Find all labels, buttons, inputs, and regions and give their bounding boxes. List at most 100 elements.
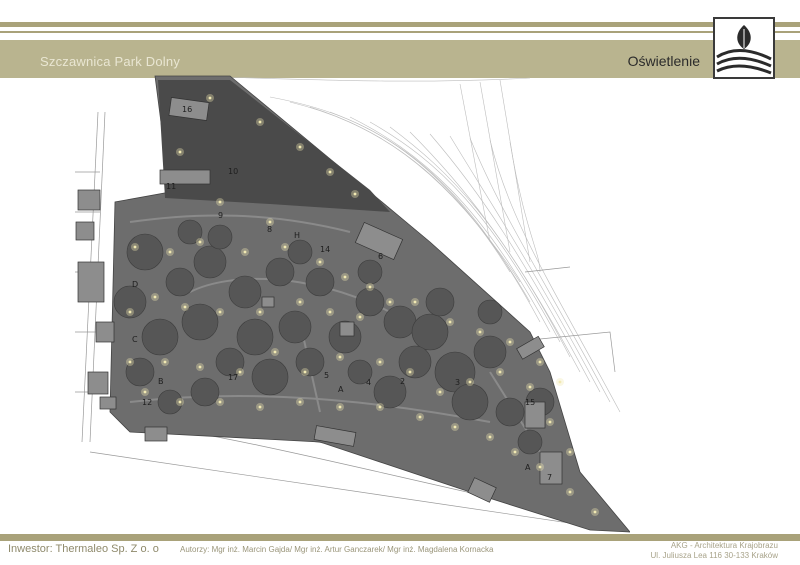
tree-canopy	[265, 257, 295, 287]
lamp-point	[338, 405, 342, 409]
area-label-16: 16	[182, 105, 192, 114]
lamp-point	[168, 250, 172, 254]
tree-canopy	[236, 318, 274, 356]
lamp-point	[133, 245, 137, 249]
lamp-point	[268, 220, 272, 224]
area-label-b: B	[158, 377, 164, 386]
lamp-point	[358, 315, 362, 319]
lamp-point	[388, 300, 392, 304]
lamp-point	[178, 150, 182, 154]
lamp-point	[513, 450, 517, 454]
lamp-point	[303, 370, 307, 374]
lamp-point	[298, 400, 302, 404]
lamp-point	[208, 96, 212, 100]
footer-band	[0, 534, 800, 541]
lamp-point	[478, 330, 482, 334]
tree-canopy	[287, 239, 313, 265]
tree-canopy	[355, 287, 385, 317]
lamp-point	[418, 415, 422, 419]
lamp-point	[538, 465, 542, 469]
area-label-17: 17	[228, 373, 238, 382]
lamp-point	[218, 400, 222, 404]
tree-canopy	[425, 287, 455, 317]
lamp-point	[198, 365, 202, 369]
area-label-7: 7	[547, 473, 552, 482]
lamp-point	[413, 300, 417, 304]
lamp-point	[198, 240, 202, 244]
lamp-point	[353, 192, 357, 196]
project-title: Szczawnica Park Dolny	[40, 54, 181, 69]
firm-info: AKG - Architektura Krajobrazu Ul. Julius…	[651, 541, 778, 561]
lamp-point	[128, 360, 132, 364]
lamp-point	[163, 360, 167, 364]
area-label-9: 9	[218, 211, 223, 220]
firm-address: Ul. Juliusza Lea 116 30-133 Kraków	[650, 551, 778, 560]
lamp-point	[408, 370, 412, 374]
lamp-point	[568, 450, 572, 454]
lamp-point	[448, 320, 452, 324]
tree-canopy	[295, 347, 325, 377]
tree-canopy	[451, 383, 489, 421]
lamp-point	[218, 200, 222, 204]
tree-canopy	[477, 299, 503, 325]
area-label-c: C	[132, 335, 138, 344]
area-label-a1: A	[338, 385, 344, 394]
header-rule-top	[0, 22, 800, 27]
lamp-point	[328, 310, 332, 314]
lamp-point	[283, 245, 287, 249]
lamp-point	[468, 380, 472, 384]
lamp-point	[438, 390, 442, 394]
area-label-d: D	[132, 280, 138, 289]
lamp-point	[258, 310, 262, 314]
tree-canopy	[251, 358, 289, 396]
lamp-point	[328, 170, 332, 174]
lamp-point	[453, 425, 457, 429]
lamp-point	[528, 385, 532, 389]
tree-canopy	[305, 267, 335, 297]
logo	[713, 17, 775, 79]
tree-canopy	[207, 224, 233, 250]
lamp-point	[378, 360, 382, 364]
lamp-point	[318, 260, 322, 264]
area-label-14: 14	[320, 245, 330, 254]
tree-canopy	[165, 267, 195, 297]
sheet-title: Oświetlenie	[627, 53, 700, 69]
lamp-point	[558, 380, 562, 384]
lamp-point	[593, 510, 597, 514]
lamp-point	[243, 250, 247, 254]
lamp-point	[128, 310, 132, 314]
leaf-over-hills-logo-icon	[716, 25, 772, 75]
area-label-4: 4	[366, 378, 371, 387]
lamp-point	[488, 435, 492, 439]
area-label-11: 11	[166, 182, 176, 191]
lamp-point	[538, 360, 542, 364]
tree-canopy	[190, 377, 220, 407]
lamp-point	[368, 285, 372, 289]
lamp-point	[298, 300, 302, 304]
area-label-6: 6	[378, 252, 383, 261]
lamp-point	[143, 390, 147, 394]
lamp-point	[298, 145, 302, 149]
area-label-12: 12	[142, 398, 152, 407]
tree-canopy	[411, 313, 449, 351]
lamp-point	[498, 370, 502, 374]
lamp-point	[258, 120, 262, 124]
lamp-point	[568, 490, 572, 494]
lamp-point	[218, 310, 222, 314]
site-plan-map: 16 10 11 9 14 8 H D C B 12 17 5 A 4 2 3 …	[70, 72, 631, 542]
firm-name: AKG - Architektura Krajobrazu	[670, 541, 778, 550]
area-label-3: 3	[455, 378, 460, 387]
tree-canopy	[398, 345, 432, 379]
tree-canopy	[193, 245, 227, 279]
tree-canopy	[228, 275, 262, 309]
lamp-point	[548, 420, 552, 424]
tree-canopy	[517, 429, 543, 455]
tree-canopy	[126, 233, 164, 271]
header-rule-thin	[0, 31, 800, 33]
lamp-point	[178, 400, 182, 404]
lamp-point	[338, 355, 342, 359]
area-label-a2: A	[525, 463, 531, 472]
tree-canopy	[357, 259, 383, 285]
area-label-10: 10	[228, 167, 238, 176]
tree-canopy	[495, 397, 525, 427]
